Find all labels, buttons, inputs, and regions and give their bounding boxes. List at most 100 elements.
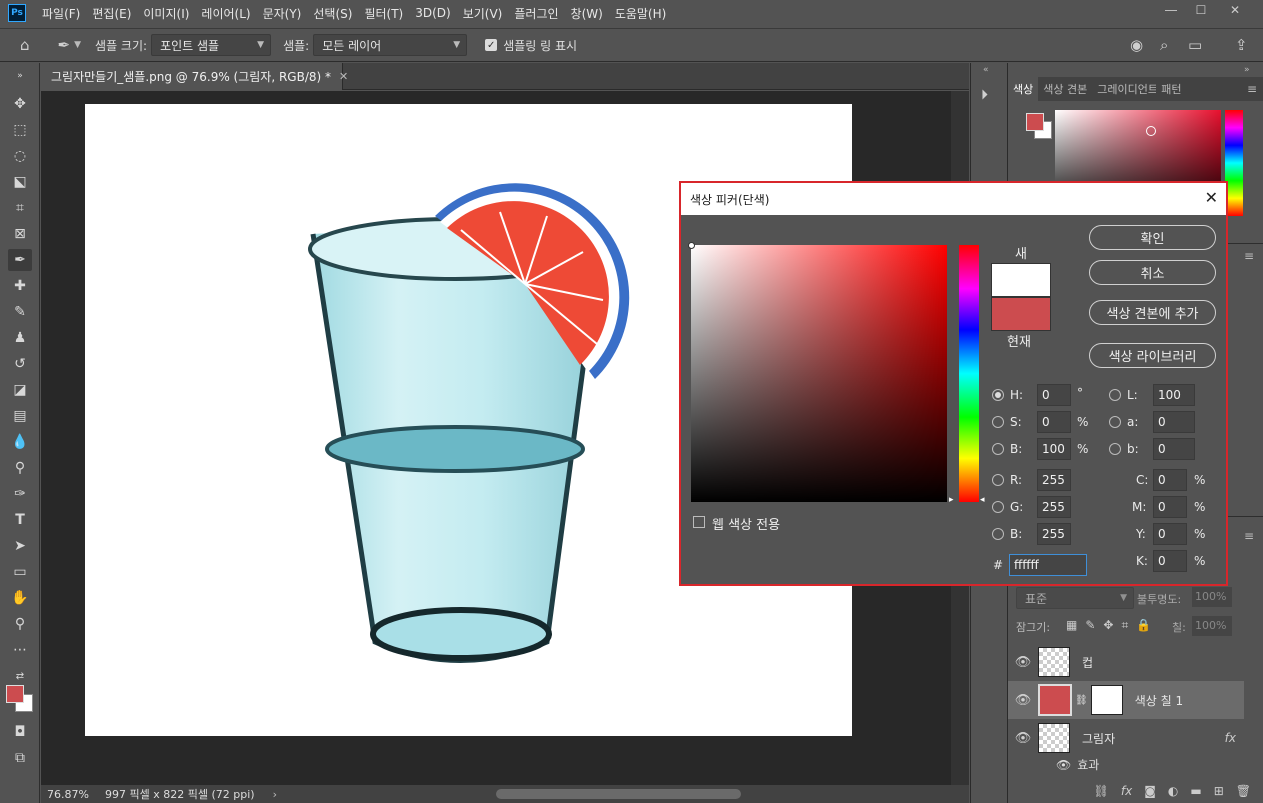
field-blue[interactable]: 255 (1037, 523, 1071, 545)
eye-icon[interactable]: 👁 (1008, 693, 1038, 708)
show-sampling-ring-checkbox[interactable]: ✓ (485, 39, 498, 51)
radio-blue[interactable] (992, 528, 1004, 540)
radio-b[interactable] (992, 443, 1004, 455)
menu-plugins[interactable]: 플러그인 (508, 5, 564, 22)
clone-stamp-tool-icon[interactable]: ♟ (8, 327, 32, 349)
zoom-tool-icon[interactable]: ⚲ (8, 613, 32, 635)
menu-filter[interactable]: 필터(T) (358, 5, 409, 22)
menu-3d[interactable]: 3D(D) (409, 6, 456, 20)
dialog-title-bar[interactable]: 색상 피커(단색) ✕ (681, 183, 1226, 215)
field-s[interactable]: 0 (1037, 411, 1071, 433)
current-color-preview[interactable] (991, 297, 1051, 331)
radio-s[interactable] (992, 416, 1004, 428)
marquee-tool-icon[interactable]: ⬚ (8, 119, 32, 141)
move-tool-icon[interactable]: ✥ (8, 93, 32, 115)
layer-row[interactable]: 👁 컵 (1008, 643, 1244, 681)
field-y[interactable]: 0 (1153, 523, 1187, 545)
hue-slider[interactable] (959, 245, 979, 502)
tab-color[interactable]: 색상 (1008, 77, 1039, 101)
window-close-icon[interactable]: ✕ (1220, 0, 1250, 20)
radio-lab-b[interactable] (1109, 443, 1121, 455)
chevron-down-icon[interactable]: ▼ (74, 40, 81, 50)
color-field[interactable] (688, 242, 947, 502)
horizontal-scrollbar-thumb[interactable] (496, 789, 741, 799)
layer-row[interactable]: 👁 ⛓ 색상 칠 1 (1008, 681, 1244, 719)
effects-row[interactable]: 👁 효과 (1056, 756, 1099, 773)
color-libraries-button[interactable]: 색상 라이브러리 (1089, 343, 1216, 368)
field-m[interactable]: 0 (1153, 496, 1187, 518)
export-icon[interactable]: ⇪ (1235, 36, 1248, 54)
eyedropper-tool-icon[interactable]: ✒ (8, 249, 32, 271)
menu-layer[interactable]: 레이어(L) (195, 5, 256, 22)
field-a[interactable]: 0 (1153, 411, 1195, 433)
menu-window[interactable]: 창(W) (565, 5, 609, 22)
rectangle-tool-icon[interactable]: ▭ (8, 561, 32, 583)
fill-field[interactable]: 100% (1192, 616, 1232, 636)
delete-layer-icon[interactable]: 🗑 (1236, 784, 1251, 798)
cancel-button[interactable]: 취소 (1089, 260, 1216, 285)
brush-tool-icon[interactable]: ✎ (8, 301, 32, 323)
tab-swatches[interactable]: 색상 견본 (1038, 77, 1092, 101)
menu-type[interactable]: 문자(Y) (257, 5, 308, 22)
radio-l[interactable] (1109, 389, 1121, 401)
workspace-icon[interactable]: ▭ (1188, 36, 1202, 54)
crop-tool-icon[interactable]: ⌗ (8, 197, 32, 219)
adjustment-layer-icon[interactable]: ◐ (1168, 784, 1178, 798)
chevron-right-icon[interactable]: › (273, 788, 277, 801)
field-c[interactable]: 0 (1153, 469, 1187, 491)
history-brush-tool-icon[interactable]: ↺ (8, 353, 32, 375)
ok-button[interactable]: 확인 (1089, 225, 1216, 250)
history-panel-icon[interactable]: ⏵ (981, 87, 988, 103)
eraser-tool-icon[interactable]: ◪ (8, 379, 32, 401)
panel-foreground-swatch[interactable] (1026, 113, 1044, 131)
document-tab[interactable]: 그림자만들기_샘플.png @ 76.9% (그림자, RGB/8) * ✕ (41, 63, 348, 90)
lasso-tool-icon[interactable]: ◌ (8, 145, 32, 167)
link-icon[interactable]: ⛓ (1075, 695, 1088, 706)
new-layer-icon[interactable]: ⊞ (1214, 784, 1224, 798)
sample-select[interactable]: 모든 레이어 ▼ (313, 34, 468, 56)
pen-tool-icon[interactable]: ✑ (8, 483, 32, 505)
hex-field[interactable]: ffffff (1009, 554, 1087, 576)
share-user-icon[interactable]: ◉ (1130, 36, 1143, 54)
radio-r[interactable] (992, 474, 1004, 486)
sample-size-select[interactable]: 포인트 샘플 ▼ (151, 34, 272, 56)
blur-tool-icon[interactable]: 💧 (8, 431, 32, 453)
web-colors-only-checkbox[interactable] (693, 516, 705, 528)
collapse-panels-icon[interactable]: « (983, 65, 989, 75)
screen-mode-icon[interactable]: ⧉ (8, 747, 32, 769)
type-tool-icon[interactable]: T (8, 509, 32, 531)
eyedropper-preset-icon[interactable]: ✒ (58, 36, 71, 54)
new-group-icon[interactable]: ▬ (1190, 784, 1201, 798)
home-icon[interactable]: ⌂ (20, 36, 30, 54)
tab-gradients[interactable]: 그레이디언트 (1092, 77, 1156, 101)
swap-colors-icon[interactable]: ⇄ (8, 665, 32, 687)
field-b[interactable]: 100 (1037, 438, 1071, 460)
field-r[interactable]: 255 (1037, 469, 1071, 491)
minimize-icon[interactable]: ― (1156, 0, 1186, 20)
more-tools-icon[interactable]: ⋯ (8, 639, 32, 661)
foreground-color-swatch[interactable] (6, 685, 24, 703)
eye-icon[interactable]: 👁 (1056, 758, 1071, 772)
add-mask-icon[interactable]: ◙ (1144, 784, 1156, 798)
field-g[interactable]: 255 (1037, 496, 1071, 518)
gradient-tool-icon[interactable]: ▤ (8, 405, 32, 427)
close-icon[interactable]: ✕ (1205, 188, 1218, 207)
eye-icon[interactable]: 👁 (1008, 731, 1038, 746)
collapse-toolbar-icon[interactable]: » (8, 65, 32, 87)
menu-image[interactable]: 이미지(I) (137, 5, 195, 22)
radio-h[interactable] (992, 389, 1004, 401)
blend-mode-select[interactable]: 표준 ▼ (1016, 587, 1134, 609)
frame-tool-icon[interactable]: ⊠ (8, 223, 32, 245)
field-l[interactable]: 100 (1153, 384, 1195, 406)
zoom-level[interactable]: 76.87% (47, 788, 99, 801)
hand-tool-icon[interactable]: ✋ (8, 587, 32, 609)
hue-slider-handle-left[interactable]: ▸ (949, 495, 954, 505)
hue-slider-handle-right[interactable]: ◂ (980, 495, 985, 505)
menu-file[interactable]: 파일(F) (36, 5, 86, 22)
fx-icon[interactable]: fx (1225, 731, 1236, 745)
panel-menu-icon[interactable]: ≡ (1244, 249, 1254, 263)
add-style-icon[interactable]: fx (1121, 784, 1132, 798)
menu-select[interactable]: 선택(S) (307, 5, 358, 22)
layers-panel-menu-icon[interactable]: ≡ (1244, 529, 1254, 543)
layer-mask-thumbnail[interactable] (1090, 685, 1123, 715)
